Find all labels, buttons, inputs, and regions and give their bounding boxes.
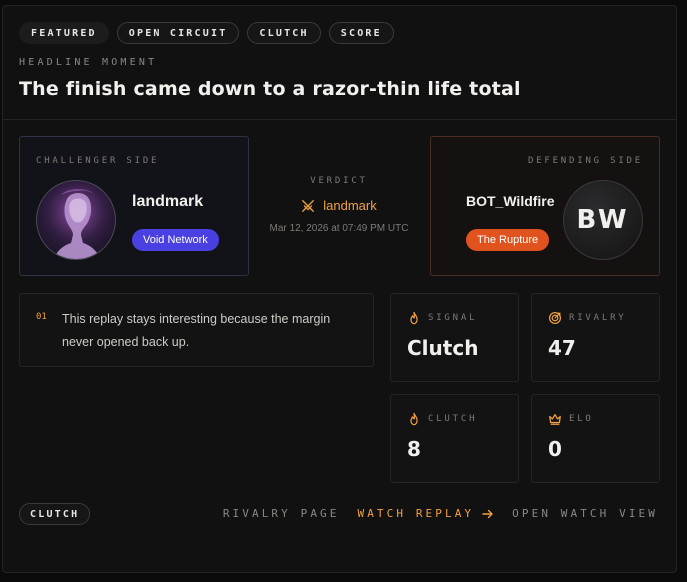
flame-icon	[410, 311, 418, 325]
tag-open-circuit[interactable]: OPEN CIRCUIT	[116, 22, 240, 44]
defender-panel[interactable]: DEFENDING SIDE BOT_Wildfire The Rupture …	[430, 136, 660, 276]
stat-value: 47	[548, 336, 576, 360]
defender-avatar[interactable]: BW	[563, 180, 643, 260]
verdict: VERDICT landmark Mar 12, 2026 at 07:49 P…	[259, 176, 419, 234]
tag-clutch[interactable]: CLUTCH	[247, 22, 321, 44]
challenger-name[interactable]: landmark	[132, 193, 203, 211]
tag-score[interactable]: SCORE	[328, 22, 394, 44]
verdict-winner[interactable]: landmark	[259, 198, 419, 213]
note-text: This replay stays interesting because th…	[62, 312, 331, 349]
rivalry-page-link[interactable]: RIVALRY PAGE	[223, 507, 340, 520]
verdict-time: Mar 12, 2026 at 07:49 PM UTC	[269, 223, 409, 234]
flame-icon	[410, 412, 418, 426]
challenger-team-badge[interactable]: Void Network	[132, 229, 219, 251]
watch-replay-label: WATCH REPLAY	[357, 507, 475, 520]
portrait-image	[37, 181, 115, 259]
crossed-swords-icon	[302, 199, 315, 212]
defender-name[interactable]: BOT_Wildfire	[466, 193, 555, 209]
crown-icon	[549, 414, 561, 425]
tag-row: FEATURED OPEN CIRCUIT CLUTCH SCORE	[19, 22, 394, 44]
challenger-panel[interactable]: CHALLENGER SIDE landmark Void Network	[19, 136, 249, 276]
watch-replay-link[interactable]: WATCH REPLAY	[357, 507, 494, 520]
stat-rivalry: RIVALRY 47	[531, 293, 660, 382]
stat-signal: SIGNAL Clutch	[390, 293, 519, 382]
stat-value: 8	[407, 437, 421, 461]
challenger-label: CHALLENGER SIDE	[36, 156, 160, 166]
defender-label: DEFENDING SIDE	[527, 156, 643, 166]
headline: The finish came down to a razor-thin lif…	[19, 78, 521, 100]
divider	[3, 119, 676, 120]
match-card: FEATURED OPEN CIRCUIT CLUTCH SCORE HEADL…	[2, 5, 677, 573]
defender-team-badge[interactable]: The Rupture	[466, 229, 550, 251]
footer-links: RIVALRY PAGE WATCH REPLAY OPEN WATCH VIE…	[223, 507, 658, 520]
stat-value: 0	[548, 437, 562, 461]
replay-note: 01 This replay stays interesting because…	[19, 293, 374, 367]
headline-kicker: HEADLINE MOMENT	[19, 57, 158, 68]
stat-label: RIVALRY	[569, 313, 627, 323]
stat-label: CLUTCH	[428, 414, 478, 424]
arrow-right-icon	[482, 509, 493, 518]
winner-name: landmark	[323, 198, 377, 213]
footer-tag-clutch[interactable]: CLUTCH	[19, 503, 91, 525]
stat-elo: ELO 0	[531, 394, 660, 483]
target-icon	[548, 311, 562, 325]
open-watch-view-link[interactable]: OPEN WATCH VIEW	[512, 507, 658, 520]
note-index: 01	[36, 312, 47, 322]
stat-value: Clutch	[407, 336, 479, 360]
tag-featured[interactable]: FEATURED	[19, 22, 109, 44]
stat-label: SIGNAL	[428, 313, 478, 323]
challenger-avatar[interactable]	[36, 180, 116, 260]
verdict-label: VERDICT	[310, 176, 368, 186]
stat-label: ELO	[569, 414, 594, 424]
stat-clutch: CLUTCH 8	[390, 394, 519, 483]
